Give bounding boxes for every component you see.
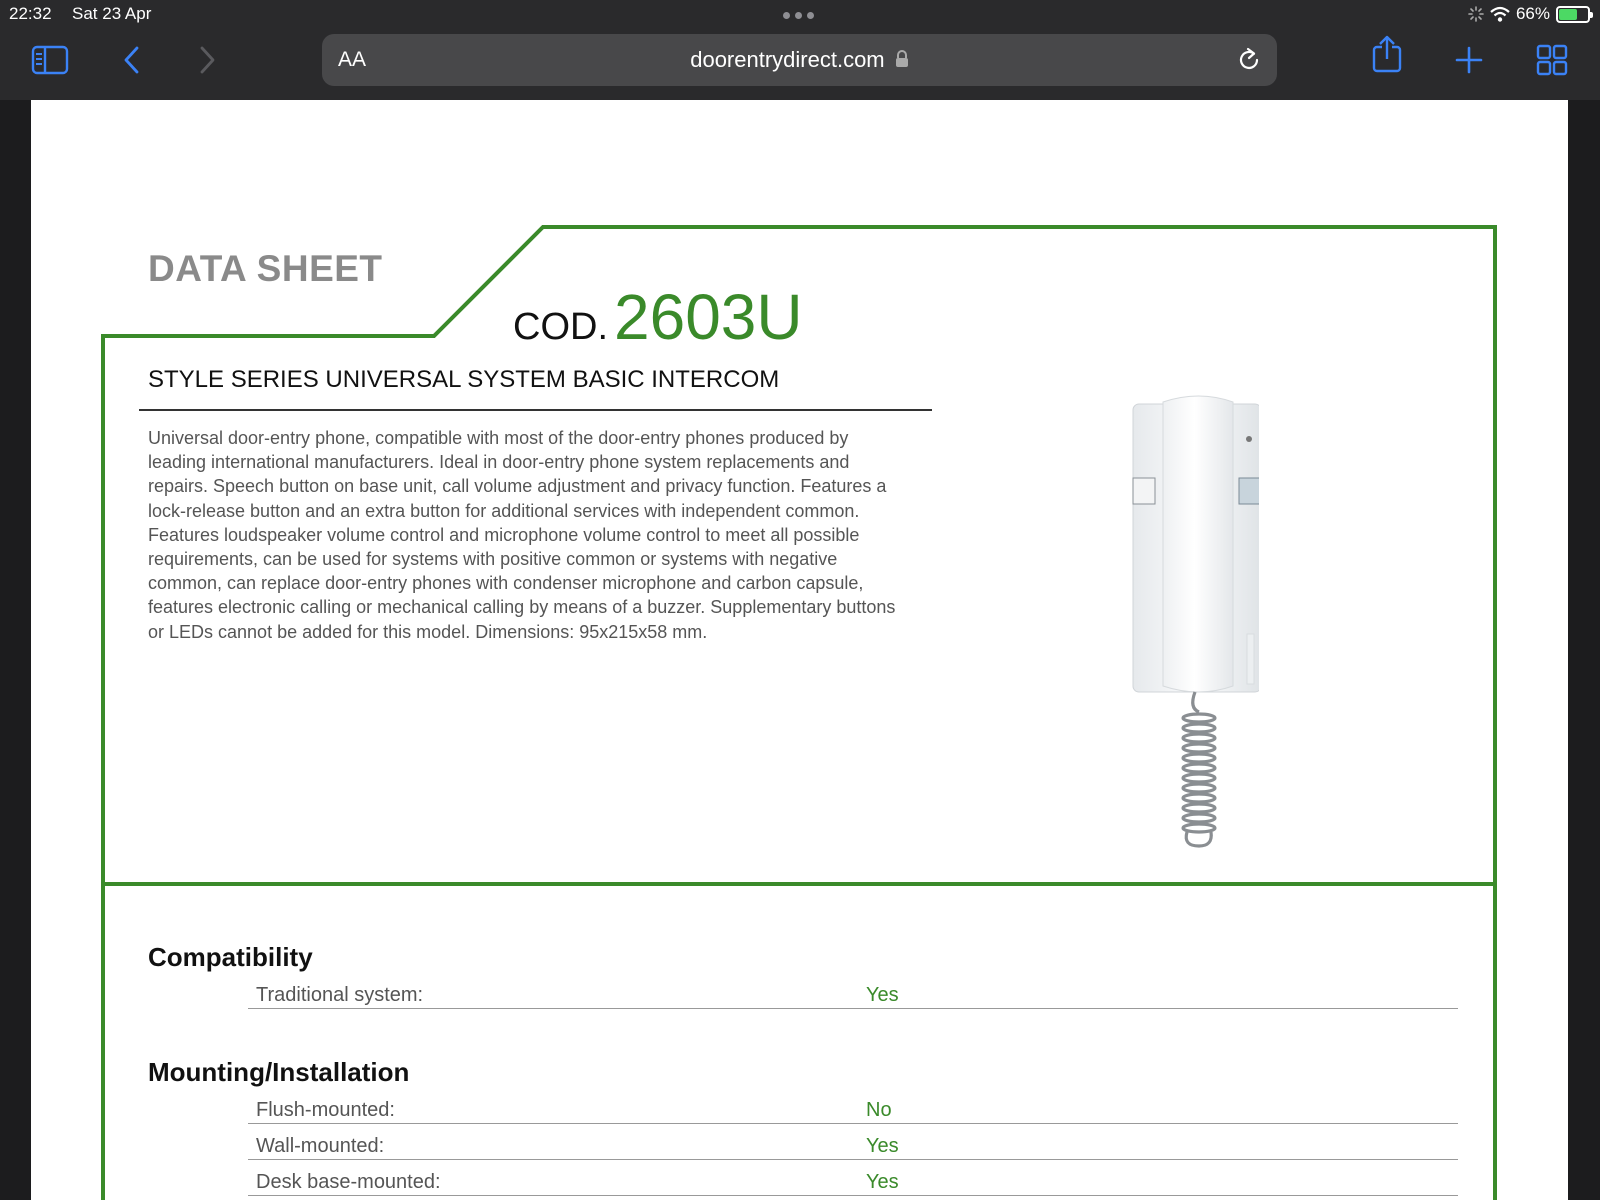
spec-sections: Compatibility Traditional system: Yes Mount… [148, 942, 1488, 1196]
url-text: doorentrydirect.com [690, 47, 885, 72]
reload-icon [1239, 47, 1259, 69]
new-tab-button[interactable] [1447, 42, 1491, 78]
tabs-overview-button[interactable] [1530, 42, 1574, 78]
reload-button[interactable] [1235, 46, 1263, 74]
intercom-handset-image [1132, 395, 1259, 848]
url-display[interactable]: doorentrydirect.com [322, 47, 1277, 73]
datasheet-heading: DATA SHEET [148, 248, 383, 289]
address-bar[interactable]: AA doorentrydirect.com [322, 34, 1277, 86]
share-icon [1372, 35, 1402, 73]
spec-row: Traditional system: Yes [248, 973, 1458, 1009]
lock-icon [895, 50, 908, 67]
spec-section-title: Compatibility [148, 942, 313, 972]
product-code: COD.2603U [513, 280, 803, 354]
spec-section: Compatibility Traditional system: Yes [148, 942, 1488, 1009]
forward-button[interactable] [185, 42, 229, 78]
sidebar-icon [31, 45, 69, 75]
multitasking-dots-icon[interactable] [783, 12, 814, 19]
product-title: STYLE SERIES UNIVERSAL SYSTEM BASIC INTE… [148, 366, 780, 393]
status-indicators: 66% [1468, 4, 1593, 24]
spec-value: Yes [866, 984, 899, 1006]
spec-value: Yes [866, 1171, 899, 1193]
activity-icon [1468, 6, 1484, 22]
spec-value: Yes [866, 1135, 899, 1157]
plus-icon [1455, 46, 1483, 74]
battery-level [1559, 8, 1577, 20]
product-description: Universal door-entry phone, compatible w… [148, 428, 896, 642]
spec-label: Wall-mounted: [256, 1135, 385, 1157]
spec-label: Traditional system: [256, 984, 424, 1006]
browser-toolbar: AA doorentrydirect.com [0, 30, 1600, 100]
code-value: 2603U [614, 281, 803, 353]
status-bar: 22:32 Sat 23 Apr 66% [0, 0, 1600, 30]
battery-percent: 66% [1515, 4, 1550, 23]
status-time: 22:32 [9, 4, 52, 23]
back-button[interactable] [110, 42, 154, 78]
tabs-icon [1536, 44, 1568, 76]
battery-icon [1556, 5, 1593, 23]
spec-row: Wall-mounted: Yes [248, 1124, 1458, 1160]
web-page: DATA SHEET COD.2603U STYLE SERIES UNIVER… [31, 100, 1568, 1200]
title-divider [139, 409, 932, 411]
spec-section-title: Mounting/Installation [148, 1057, 410, 1087]
back-icon [124, 46, 139, 74]
spec-row: Flush-mounted: No [248, 1088, 1458, 1124]
sidebar-button[interactable] [28, 42, 72, 78]
spec-row: Desk base-mounted: Yes [248, 1160, 1458, 1196]
code-prefix: COD. [513, 306, 608, 348]
wifi-icon [1490, 6, 1510, 22]
forward-icon [200, 46, 215, 74]
spec-label: Desk base-mounted: [256, 1171, 441, 1193]
spec-value: No [866, 1099, 892, 1121]
status-date: Sat 23 Apr [72, 4, 152, 23]
spec-label: Flush-mounted: [256, 1099, 395, 1121]
share-button[interactable] [1365, 35, 1409, 73]
spec-section: Mounting/Installation Flush-mounted: No Wal… [148, 1057, 1488, 1196]
